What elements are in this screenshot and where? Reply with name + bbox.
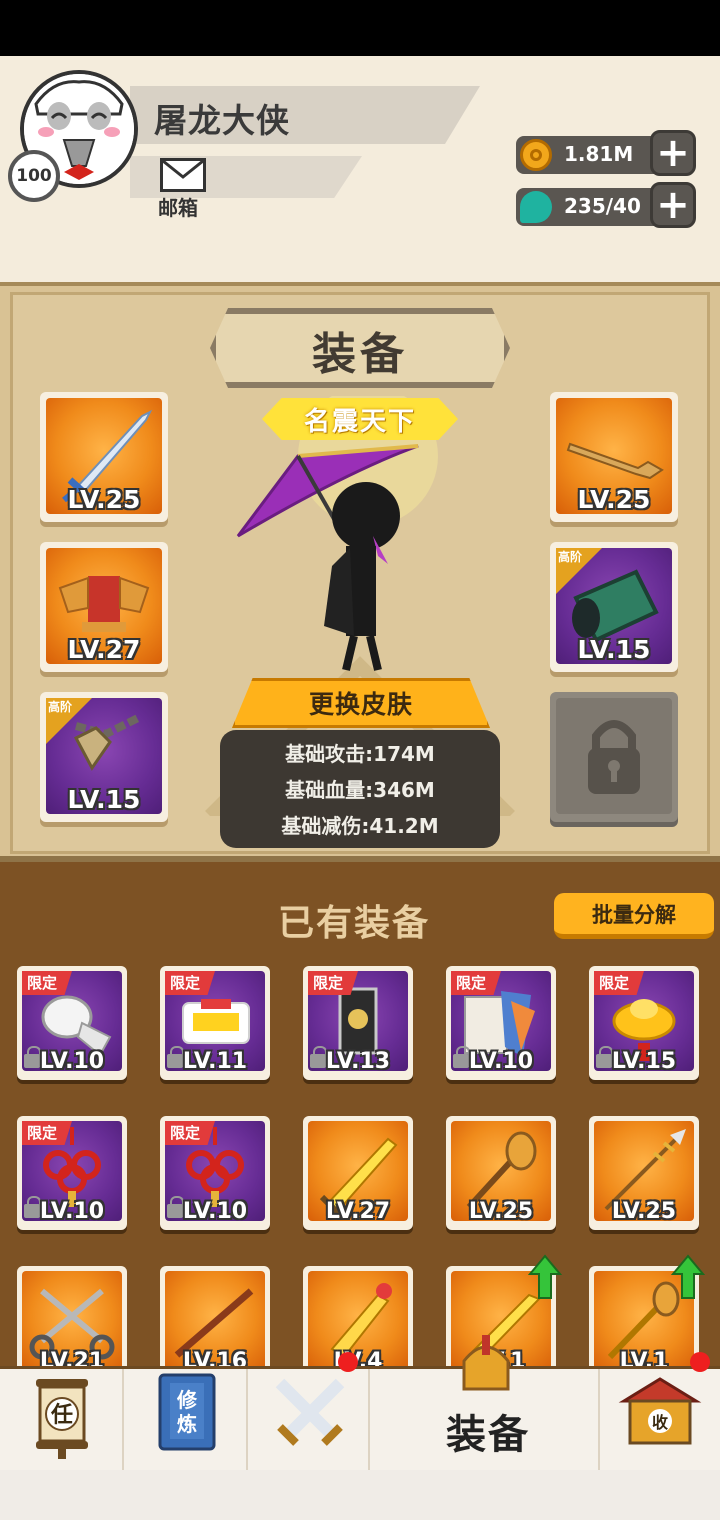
item-level: LV.11 (182, 1049, 248, 1074)
nav-cultivate[interactable]: 修 炼 (124, 1369, 248, 1473)
inventory-item[interactable]: 限定 LV.13 (303, 966, 413, 1080)
change-skin-button[interactable]: 更换皮肤 (232, 678, 490, 728)
inventory-item[interactable]: 限定 LV.10 (17, 1116, 127, 1230)
svg-text:修: 修 (176, 1388, 198, 1412)
inventory-item[interactable]: 限定 LV.10 (17, 966, 127, 1080)
nav-equipment-label: 装备 (446, 1412, 530, 1458)
limited-tag: 限定 (594, 971, 644, 995)
coin-value: 1.81M (564, 142, 634, 166)
stat-defense: 基础减伤:41.2M (281, 814, 439, 838)
inventory-item[interactable]: LV.16 (160, 1266, 270, 1380)
mail-icon[interactable] (160, 158, 206, 192)
teal-gem-icon (520, 191, 552, 223)
nav-battle[interactable] (248, 1369, 370, 1473)
limited-tag: 限定 (22, 1121, 72, 1145)
limited-tag: 限定 (165, 971, 215, 995)
slot-level: LV.15 (67, 785, 141, 814)
item-level: LV.10 (468, 1049, 534, 1074)
equip-slot-accessory[interactable]: LV.25 (550, 392, 678, 522)
inventory-item[interactable]: LV.25 (589, 1116, 699, 1230)
system-nav-bar (0, 1470, 720, 1520)
nav-collect[interactable]: 收 (600, 1369, 720, 1473)
energy-counter: 235/40 + (516, 182, 696, 228)
equip-slot-necklace[interactable]: 高阶 LV.15 (40, 692, 168, 822)
item-level: LV.13 (325, 1049, 391, 1074)
item-level: LV.25 (611, 1199, 677, 1224)
item-level: LV.10 (39, 1049, 105, 1074)
coin-icon (520, 139, 552, 171)
stat-attack: 基础攻击:174M (285, 742, 435, 766)
collect-notification-dot (690, 1352, 710, 1372)
player-level-badge: 100 (8, 150, 60, 202)
player-name: 屠龙大侠 (154, 101, 290, 140)
limited-tag: 限定 (165, 1121, 215, 1145)
item-level: LV.10 (182, 1199, 248, 1224)
upgrade-arrow-icon (528, 1254, 562, 1299)
fame-title: 名震天下 (303, 407, 416, 437)
inventory-item[interactable]: 限定 LV.15 (589, 966, 699, 1080)
svg-text:收: 收 (652, 1413, 668, 1432)
inventory-item[interactable]: LV.1 (589, 1254, 705, 1380)
inventory-item[interactable]: 限定 LV.11 (160, 966, 270, 1080)
item-level: LV.27 (325, 1199, 391, 1224)
slot-level: LV.25 (577, 485, 651, 514)
tier-label: 高阶 (48, 700, 73, 714)
tier-label: 高阶 (558, 550, 583, 564)
nav-task[interactable]: 任 (0, 1369, 124, 1473)
item-level: LV.10 (39, 1199, 105, 1224)
mail-label[interactable]: 邮箱 (158, 192, 198, 221)
temple-icon: 收 (618, 1377, 702, 1445)
slot-level: LV.25 (67, 485, 141, 514)
equip-slot-weapon[interactable]: LV.25 (40, 392, 168, 522)
slot-level: LV.27 (67, 635, 141, 664)
bottom-nav: 任 修 炼 收 (0, 1335, 720, 1473)
energy-value: 235/40 (564, 194, 641, 218)
add-energy-button[interactable]: + (650, 182, 696, 228)
inventory-title: 已有装备 (278, 903, 431, 944)
upgrade-arrow-icon (671, 1254, 705, 1299)
svg-text:炼: 炼 (177, 1412, 197, 1436)
add-coins-button[interactable]: + (650, 130, 696, 176)
batch-decompose-button[interactable]: 批量分解 (554, 893, 714, 939)
item-level: LV.15 (611, 1049, 677, 1074)
cultivate-book-icon: 修 炼 (158, 1373, 216, 1451)
svg-text:任: 任 (50, 1402, 73, 1428)
inventory-item[interactable]: LV.4 (303, 1266, 413, 1380)
equip-slot-bracer[interactable]: 高阶 LV.15 (550, 542, 678, 672)
inventory-item[interactable]: 限定 LV.10 (446, 966, 556, 1080)
limited-tag: 限定 (308, 971, 358, 995)
equip-slot-locked[interactable] (550, 692, 678, 822)
inventory-item[interactable]: LV.25 (446, 1116, 556, 1230)
item-level: LV.25 (468, 1199, 534, 1224)
lock-icon (588, 720, 640, 794)
inventory-item[interactable]: LV.27 (303, 1116, 413, 1230)
status-bar (0, 0, 720, 56)
helmet-icon (462, 1335, 510, 1391)
stats-panel: 基础攻击:174M 基础血量:346M 基础减伤:41.2M (220, 730, 500, 848)
equip-slot-armor[interactable]: LV.27 (40, 542, 168, 672)
limited-tag: 限定 (22, 971, 72, 995)
inventory-item[interactable]: 限定 LV.10 (160, 1116, 270, 1230)
stat-health: 基础血量:346M (285, 778, 435, 802)
coin-counter: 1.81M + (516, 130, 696, 176)
limited-tag: 限定 (451, 971, 501, 995)
slot-level: LV.15 (577, 635, 651, 664)
inventory-item[interactable]: LV.21 (17, 1266, 127, 1380)
battle-notification-dot (338, 1352, 358, 1372)
task-scroll-icon: 任 (36, 1379, 88, 1459)
crossed-swords-icon (275, 1378, 345, 1446)
equipment-title: 装备 (312, 329, 408, 380)
